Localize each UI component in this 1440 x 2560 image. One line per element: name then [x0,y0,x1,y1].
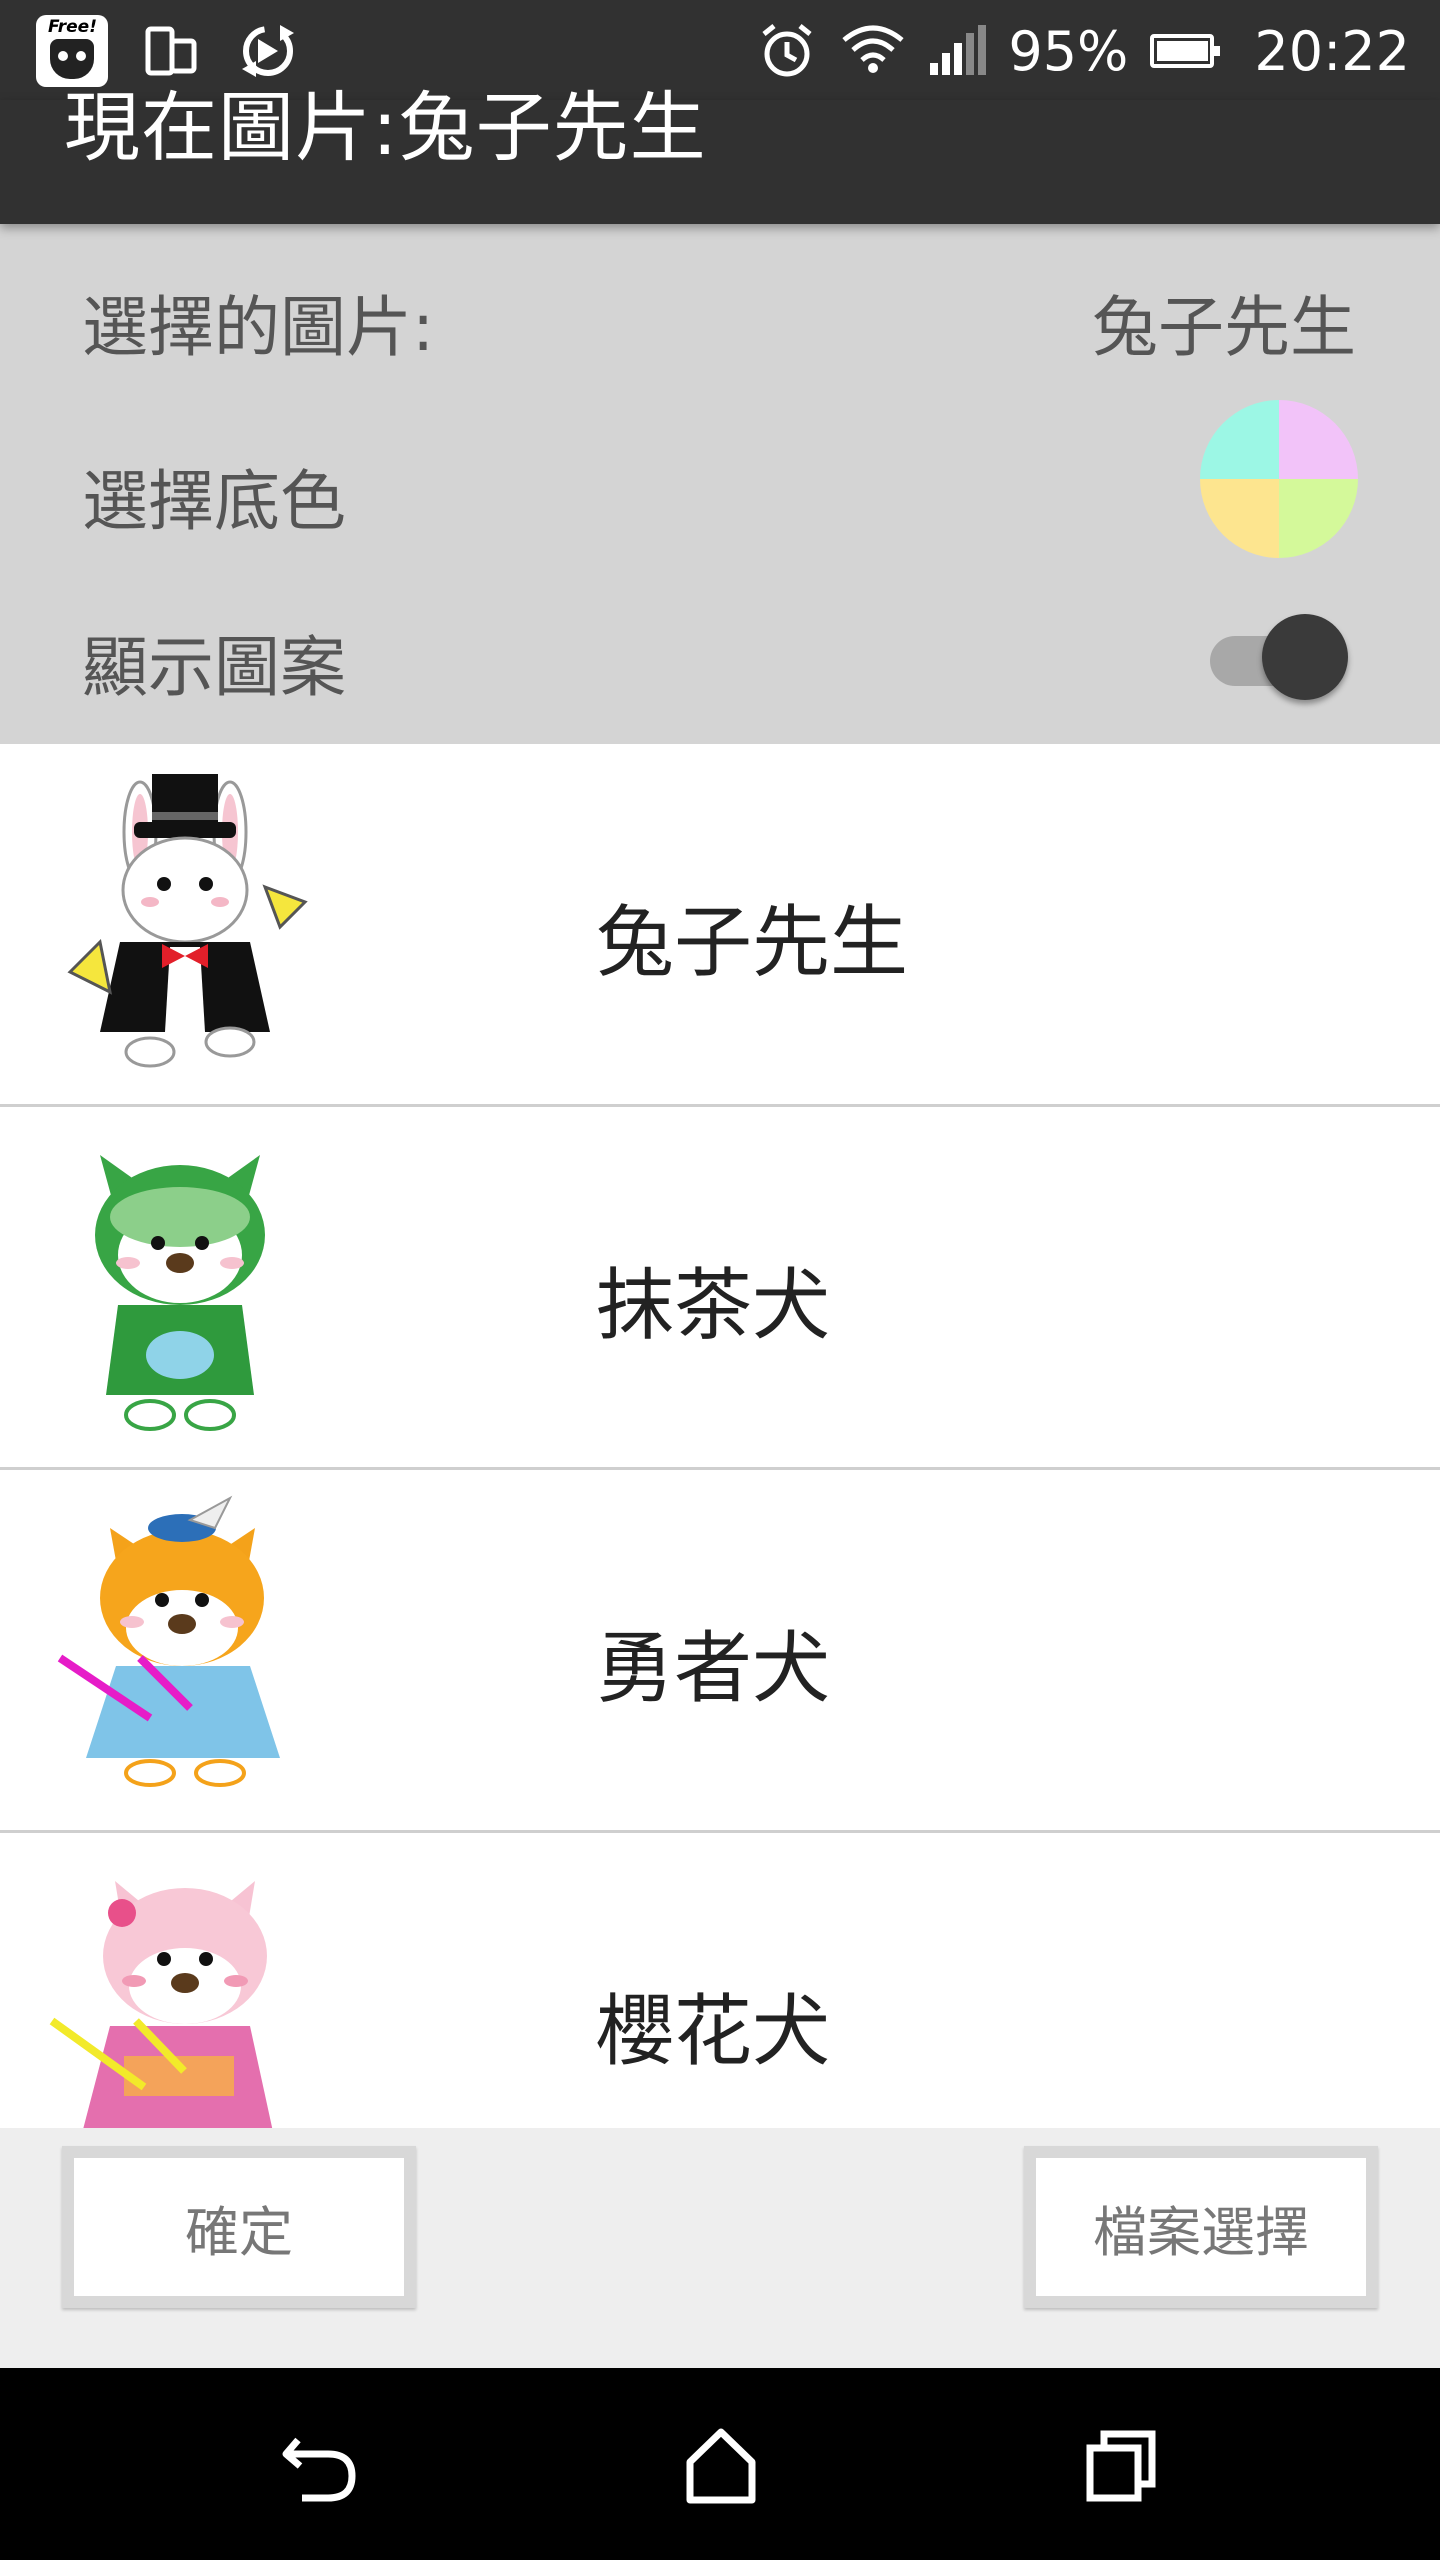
app-toolbar: 現在圖片:兔子先生 [0,83,1440,224]
list-item-name: 勇者犬 [596,1624,831,1714]
list-item-name: 櫻花犬 [596,1987,831,2077]
navigation-bar [0,2368,1440,2560]
clock: 20:22 [1254,19,1410,83]
background-color-label: 選擇底色 [82,463,346,540]
button-bar: 確定 檔案選擇 [0,2128,1440,2368]
list-item[interactable]: 抹茶犬 [0,1107,1440,1470]
toggle-thumb [1262,614,1348,700]
list-item[interactable]: 櫻花犬 [0,1833,1440,2128]
battery-icon [1150,34,1221,68]
file-select-button[interactable]: 檔案選擇 [1024,2146,1378,2308]
back-icon[interactable] [276,2420,366,2510]
recents-icon[interactable] [1076,2420,1166,2510]
picture-list[interactable]: 兔子先生 抹茶犬 勇者犬 櫻花犬 [0,744,1440,2128]
show-pattern-label: 顯示圖案 [82,629,346,706]
app-badge-text: Free! [48,17,97,37]
rabbit-gentleman-icon [67,774,308,1068]
page-title: 現在圖片:兔子先生 [64,83,707,172]
signal-icon [930,25,987,75]
settings-panel: 選擇的圖片: 兔子先生 選擇底色 顯示圖案 [0,224,1440,744]
show-pattern-toggle[interactable] [1206,610,1348,700]
list-item[interactable]: 兔子先生 [0,744,1440,1107]
home-icon[interactable] [676,2420,766,2510]
background-color-picker[interactable] [1200,400,1358,558]
alarm-icon [762,24,812,77]
wifi-icon [842,25,904,73]
matcha-dog-icon [95,1155,265,1431]
battery-percent: 95% [1008,19,1129,83]
list-item-name: 兔子先生 [596,898,909,988]
hero-dog-icon [57,1495,280,1787]
list-item[interactable]: 勇者犬 [0,1470,1440,1833]
confirm-button[interactable]: 確定 [62,2146,416,2308]
sakura-dog-icon [49,1881,273,2128]
selected-picture-label: 選擇的圖片: [82,289,435,366]
selected-picture-value: 兔子先生 [1092,289,1356,366]
list-item-name: 抹茶犬 [596,1261,831,1351]
